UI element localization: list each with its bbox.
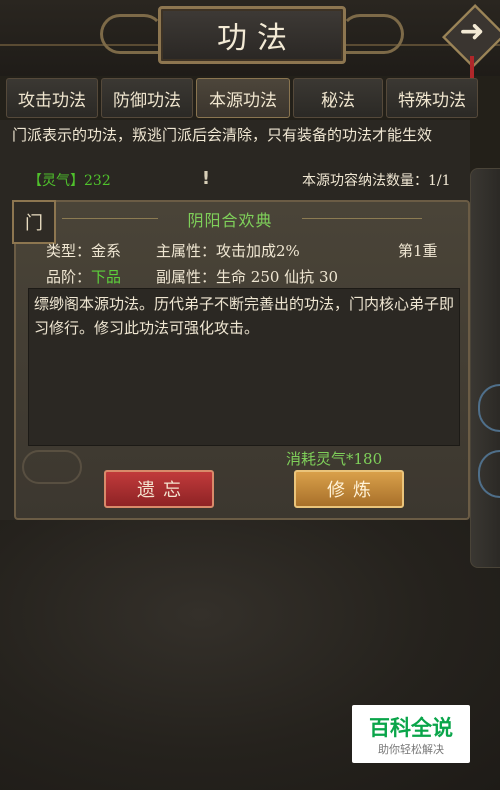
forget-button[interactable]: 遗忘 bbox=[104, 470, 214, 508]
cloud-ornament-right-icon bbox=[340, 14, 404, 54]
tab-secret[interactable]: 秘法 bbox=[293, 78, 383, 118]
type-value: 金系 bbox=[91, 242, 122, 260]
qi-amount: 【灵气】232 bbox=[28, 173, 111, 189]
skill-name: 阴阳合欢典 bbox=[187, 211, 273, 230]
capacity-count: 本源功容纳法数量：1/1 bbox=[302, 173, 451, 189]
grade-row: 品阶：下品 bbox=[46, 266, 121, 287]
warning-icon[interactable]: ! bbox=[197, 168, 215, 189]
info-description: 门派表示的功法，叛逃门派后会清除，只有装备的功法才能生效 bbox=[12, 126, 433, 144]
watermark-subtitle: 助你轻松解决 bbox=[378, 743, 444, 756]
sect-tag: 门 bbox=[12, 200, 56, 244]
qi-cost: 消耗灵气*180 bbox=[286, 450, 383, 468]
train-button[interactable]: 修炼 bbox=[294, 470, 404, 508]
skill-description: 缥缈阁本源功法。历代弟子不断完善出的功法，门内核心弟子即习修行。修习此功法可强化… bbox=[34, 295, 455, 337]
side-drawer-handle[interactable] bbox=[470, 168, 500, 568]
header-bar: 功法 ➜ bbox=[0, 0, 500, 78]
cloud-ornament-left-icon bbox=[100, 14, 164, 54]
name-divider-right bbox=[302, 218, 422, 219]
sub-attr-value: 生命 250 仙抗 30 bbox=[216, 268, 339, 286]
tab-bar: 攻击功法 防御功法 本源功法 秘法 特殊功法 bbox=[0, 78, 500, 118]
tab-origin[interactable]: 本源功法 bbox=[196, 78, 290, 118]
type-label: 类型： bbox=[46, 242, 92, 260]
watermark-title: 百科全说 bbox=[369, 716, 453, 740]
sub-attr-row: 副属性：生命 250 仙抗 30 bbox=[156, 266, 338, 287]
main-attr-row: 主属性：攻击加成2% bbox=[156, 240, 300, 261]
main-attr-label: 主属性： bbox=[156, 242, 217, 260]
arrow-right-icon[interactable]: ➜ bbox=[452, 14, 492, 50]
name-divider-left bbox=[62, 218, 158, 219]
main-attr-value: 攻击加成2% bbox=[216, 242, 300, 260]
type-row: 类型：金系 bbox=[46, 240, 121, 261]
tab-special[interactable]: 特殊功法 bbox=[386, 78, 478, 118]
sub-attr-label: 副属性： bbox=[156, 268, 217, 286]
tassel-icon bbox=[470, 56, 474, 78]
grade-label: 品阶： bbox=[46, 268, 92, 286]
page-title: 功法 bbox=[217, 21, 297, 56]
title-plate: 功法 bbox=[158, 6, 346, 64]
cloud-decoration-icon bbox=[22, 450, 82, 484]
tab-defense[interactable]: 防御功法 bbox=[101, 78, 193, 118]
skill-level: 第1重 bbox=[398, 242, 438, 260]
tab-attack[interactable]: 攻击功法 bbox=[6, 78, 98, 118]
grade-value: 下品 bbox=[91, 268, 122, 286]
